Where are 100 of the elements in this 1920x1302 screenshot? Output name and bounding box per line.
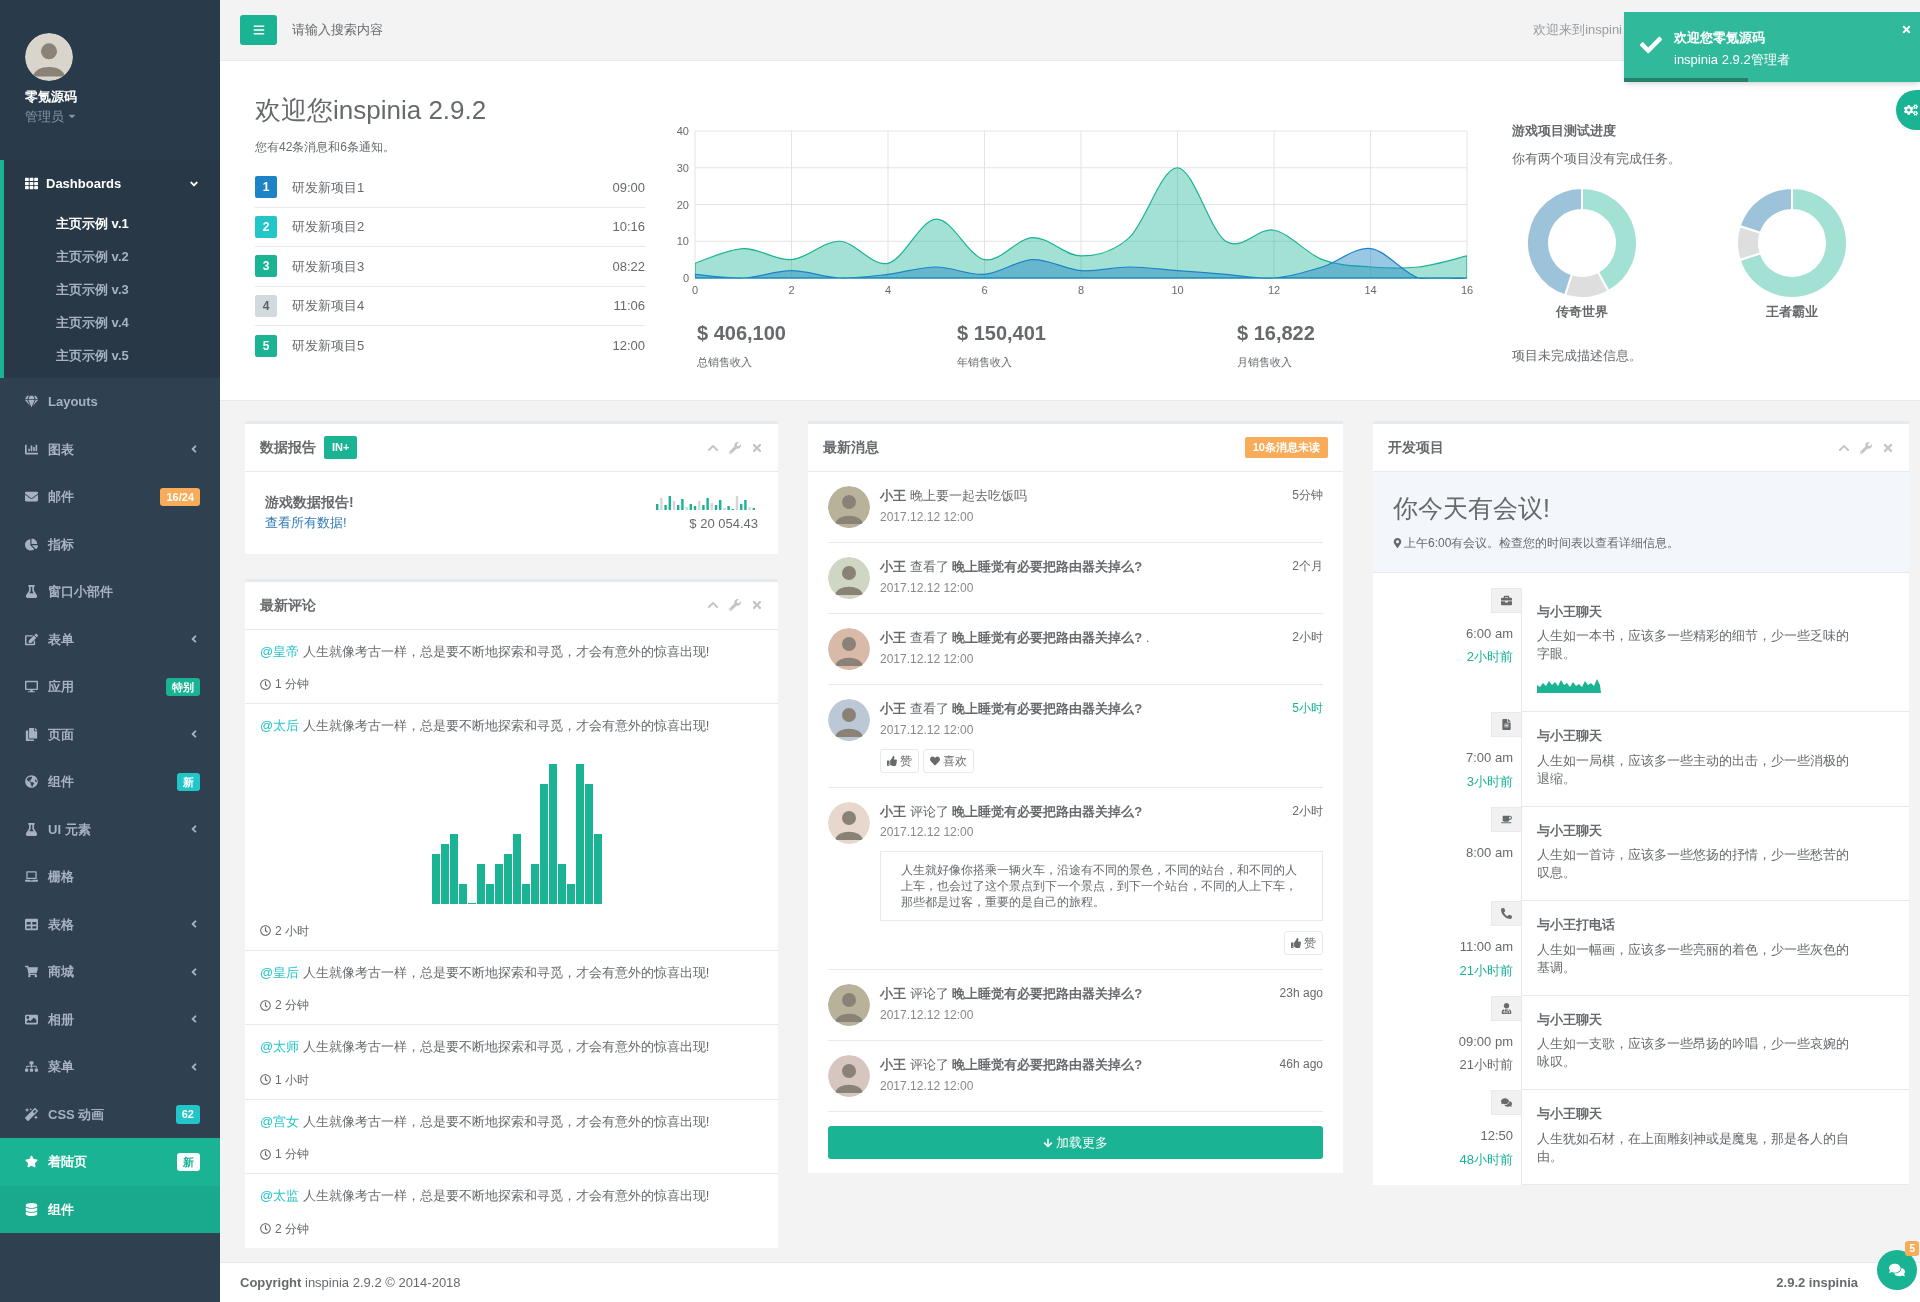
load-more-button[interactable]: 加载更多 (828, 1126, 1323, 1159)
nav-item[interactable]: 组件 (0, 1185, 220, 1233)
action-button[interactable]: 喜欢 (923, 748, 974, 773)
close-icon[interactable] (751, 599, 763, 611)
project-name: 研发新项目3 (292, 257, 365, 276)
search-field[interactable]: 请输入搜索内容 (292, 20, 592, 40)
progress-note: 项目未完成描述信息。 (1512, 346, 1643, 365)
event-ago: 21小时前 (1458, 961, 1513, 980)
clock-icon (260, 678, 271, 690)
file-icon (1501, 719, 1512, 730)
panel-title: 数据报告 (260, 438, 316, 457)
profile-name: 零氪源码 (25, 88, 78, 106)
menu-button[interactable] (240, 15, 277, 45)
game-name: 传奇世界 (1556, 303, 1608, 321)
comment-time: 2 分钟 (275, 1220, 309, 1238)
number-badge: 4 (255, 294, 277, 317)
event-time: 8:00 am (1465, 843, 1513, 862)
nav-item[interactable]: CSS 动画 62 (0, 1090, 220, 1138)
clock-icon (260, 999, 271, 1011)
project-time: 09:00 (612, 178, 645, 197)
event-time: 6:00 am (1465, 624, 1513, 643)
stat-label: 总销售收入 (697, 355, 753, 370)
message-date: 2017.12.12 12:00 (880, 650, 975, 668)
nav-item[interactable]: 表格 (0, 900, 220, 948)
alert-text: 上午6:00有会议。检查您的时间表以查看详细信息。 (1404, 534, 1680, 552)
nav-item[interactable]: 栅格 (0, 853, 220, 901)
alert-title: 你今天有会议! (1393, 493, 1551, 524)
event-ago: 21小时前 (1458, 1056, 1513, 1074)
close-icon[interactable] (1901, 24, 1912, 35)
view-all-link[interactable]: 查看所有数据! (265, 515, 347, 530)
nav-item[interactable]: 窗口小部件 (0, 568, 220, 616)
comment-time: 2 小时 (275, 922, 309, 940)
event-text: 人生如一幅画，应该多一些亮丽的着色，少一些灰色的基调。 (1537, 940, 1850, 977)
welcome-text: 欢迎来到inspini (1533, 21, 1622, 40)
image-icon (25, 1012, 38, 1026)
number-badge: 2 (255, 215, 277, 238)
nav-item[interactable]: 商城 (0, 948, 220, 996)
close-icon[interactable] (751, 441, 763, 454)
event-title: 与小王聊天 (1537, 1010, 1603, 1029)
message-text: 小王 查看了 晚上睡觉有必要把路由器关掉么? (880, 558, 1143, 576)
unread-badge: 10条消息未读 (1244, 437, 1328, 458)
nav-item[interactable]: Layouts (0, 378, 220, 426)
role-dropdown[interactable]: 管理员 (25, 106, 77, 126)
message-time: 46h ago (1279, 1056, 1323, 1073)
submenu-item[interactable]: 主页示例 v.5 (4, 339, 220, 372)
nav-item[interactable]: 组件 新 (0, 758, 220, 806)
nav-item[interactable]: 应用 特别 (0, 663, 220, 711)
action-button[interactable]: 赞 (880, 748, 919, 773)
submenu-item[interactable]: 主页示例 v.1 (4, 207, 220, 240)
nav-item[interactable]: 指标 (0, 520, 220, 568)
nav-item[interactable]: 表单 (0, 615, 220, 663)
avatar (25, 33, 73, 81)
bar-chart-icon (25, 442, 38, 456)
avatar (828, 486, 870, 528)
stat-value: $ 150,401 (957, 321, 1047, 346)
nav-item[interactable]: 邮件 16/24 (0, 473, 220, 521)
nav-item[interactable]: 图表 (0, 425, 220, 473)
wrench-icon[interactable] (729, 599, 741, 611)
event-ago: 3小时前 (1465, 772, 1513, 791)
clock-icon (260, 1074, 271, 1085)
count-badge: 62 (175, 1105, 200, 1124)
table-icon (25, 917, 38, 931)
number-badge: 3 (255, 255, 277, 278)
project-time: 11:06 (613, 297, 645, 315)
collapse-icon[interactable] (707, 599, 719, 611)
stat-value: $ 16,822 (1237, 321, 1316, 346)
message-text: 小王 评论了 晚上睡觉有必要把路由器关掉么? (880, 1056, 1143, 1074)
nav-item[interactable]: UI 元素 (0, 805, 220, 853)
label-badge: IN+ (324, 436, 358, 459)
wrench-icon[interactable] (1860, 441, 1872, 454)
nav-item[interactable]: 相册 (0, 995, 220, 1043)
report-amount: $ 20 054.43 (689, 515, 758, 533)
flask-icon (25, 822, 38, 836)
close-icon[interactable] (1882, 441, 1894, 454)
event-title: 与小王聊天 (1537, 727, 1603, 745)
nav-item[interactable]: 着陆页 新 (0, 1138, 220, 1186)
message-date: 2017.12.12 12:00 (880, 508, 975, 526)
avatar (828, 628, 870, 670)
quote-box: 人生就好像你搭乘一辆火车，沿途有不同的景色，不同的站台，和不同的人上车，也会过了这个景点到下一个景点，到下一个站台，不同的人上下车，那些都是过客，重要的是自己的旅程。 (880, 851, 1323, 921)
submenu-item[interactable]: 主页示例 v.2 (4, 240, 220, 273)
avatar (828, 699, 870, 741)
event-text: 人生如一局棋，应该多一些主动的出击，少一些消极的退缩。 (1537, 751, 1850, 788)
nav-item[interactable]: 菜单 (0, 1043, 220, 1091)
comment-text: @太师 人生就像考古一样，总是要不断地探索和寻觅，才会有意外的惊喜出现! (260, 1038, 711, 1056)
number-badge: 5 (255, 334, 277, 357)
wrench-icon[interactable] (729, 441, 741, 454)
chat-bubbles-icon (1501, 1097, 1512, 1108)
event-time: 12:50 (1479, 1127, 1513, 1145)
submenu-item[interactable]: 主页示例 v.4 (4, 306, 220, 339)
x-tick-label: 6 (981, 284, 988, 296)
project-name: 研发新项目5 (292, 337, 365, 355)
message-text: 小王 评论了 晚上睡觉有必要把路由器关掉么? (880, 802, 1143, 821)
count-badge: 16/24 (160, 487, 200, 506)
comment-text: @太后 人生就像考古一样，总是要不断地探索和寻觅，才会有意外的惊喜出现! (260, 717, 711, 735)
welcome-subtitle: 您有42条消息和6条通知。 (255, 139, 397, 156)
nav-item[interactable]: 页面 (0, 710, 220, 758)
submenu-item[interactable]: 主页示例 v.3 (4, 273, 220, 306)
message-date: 2017.12.12 12:00 (880, 1077, 975, 1095)
nav-item[interactable]: Dashboards (4, 160, 220, 207)
action-button[interactable]: 赞 (1284, 931, 1323, 955)
